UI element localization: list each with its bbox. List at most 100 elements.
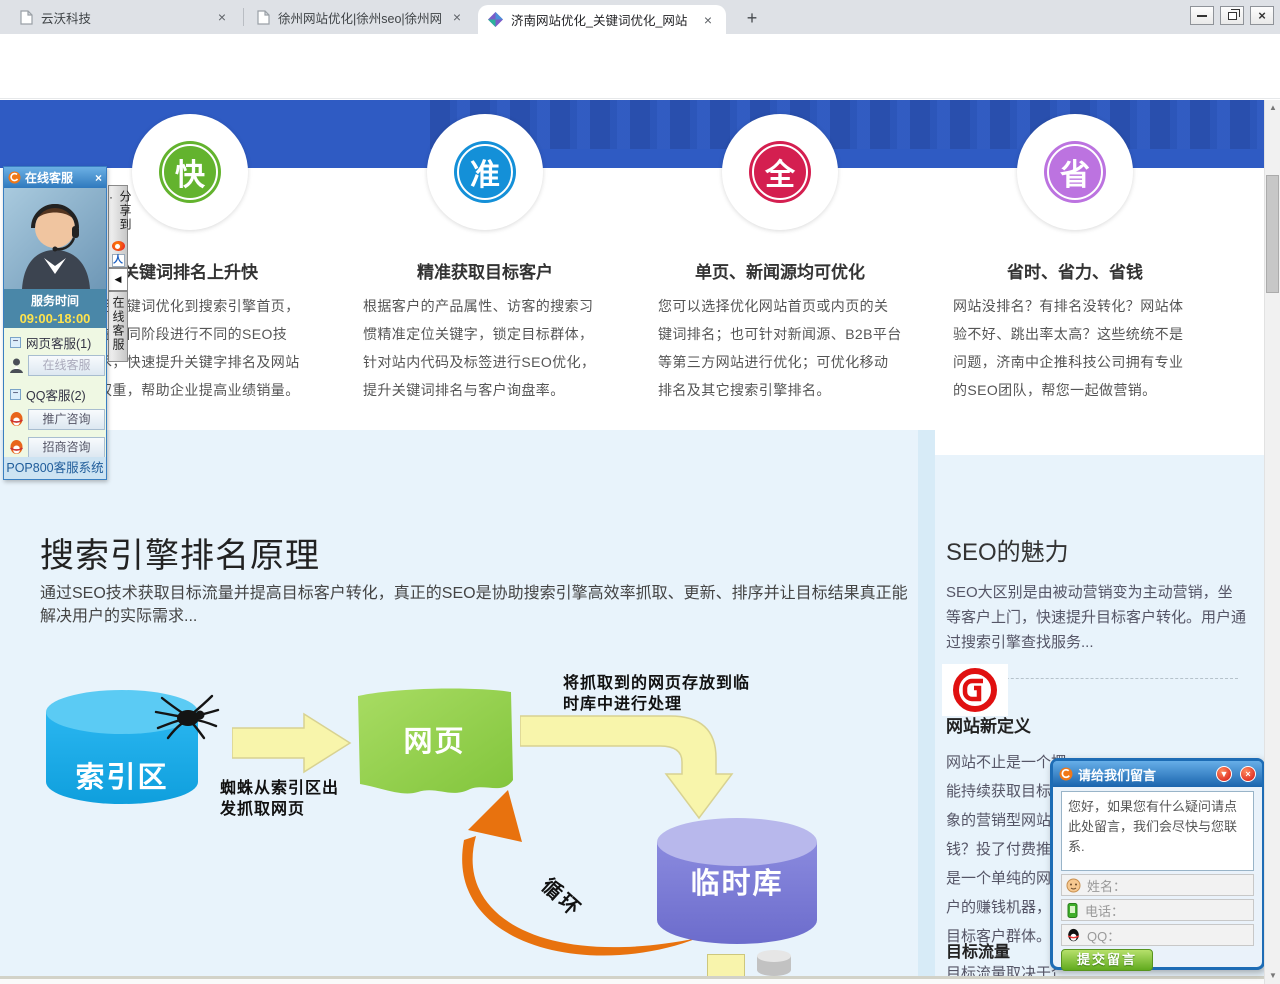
feature-circle-full: 全 bbox=[722, 114, 838, 230]
qq-field[interactable]: QQ： bbox=[1061, 924, 1254, 946]
tab-strip: 云沃科技 × 徐州网站优化|徐州seo|徐州网站 × 济南网站优化_关键词优化_… bbox=[0, 0, 1280, 34]
name-field[interactable]: 姓名： bbox=[1061, 874, 1254, 896]
tab-close-icon[interactable]: × bbox=[449, 9, 465, 25]
new-tab-button[interactable]: + bbox=[740, 7, 764, 29]
full-badge-icon: 全 bbox=[749, 141, 811, 203]
online-service-tab-label: 在线客服 bbox=[111, 296, 125, 352]
phone-field[interactable]: 电话： bbox=[1061, 899, 1254, 921]
qq-field-label: QQ： bbox=[1087, 926, 1120, 945]
window-close-button[interactable]: × bbox=[1250, 6, 1274, 25]
window-restore-button[interactable] bbox=[1220, 6, 1244, 25]
submit-message-button[interactable]: 提交留言 bbox=[1061, 949, 1153, 971]
service-hours-label: 服务时间 bbox=[4, 289, 106, 309]
section-gap-strip bbox=[918, 430, 935, 977]
phone-icon bbox=[1066, 903, 1079, 918]
badge-char: 全 bbox=[765, 150, 795, 194]
tab-separator bbox=[243, 8, 244, 26]
window-minimize-button[interactable] bbox=[1190, 6, 1214, 25]
qq-penguin-icon bbox=[1066, 928, 1081, 943]
red-brand-logo bbox=[942, 664, 1008, 716]
face-icon bbox=[1066, 878, 1081, 893]
sidebar-redefine-title: 网站新定义 bbox=[946, 712, 1031, 737]
red-logo-icon bbox=[948, 666, 1002, 714]
precise-badge-icon: 准 bbox=[454, 141, 516, 203]
browser-window: 云沃科技 × 徐州网站优化|徐州seo|徐州网站 × 济南网站优化_关键词优化_… bbox=[0, 0, 1280, 984]
tab-close-icon[interactable]: × bbox=[214, 9, 230, 25]
page-icon bbox=[20, 10, 33, 25]
tab-title: 徐州网站优化|徐州seo|徐州网站 bbox=[278, 8, 441, 27]
tab-title: 济南网站优化_关键词优化_网站 bbox=[511, 10, 692, 29]
restore-icon bbox=[1228, 12, 1237, 20]
agent-person-icon bbox=[8, 357, 25, 374]
page-scrollbar[interactable]: ▲ ▼ bbox=[1264, 100, 1280, 984]
feature-description: 将关键词优化到搜索引擎首页，在不同阶段进行不同的SEO技术，快速提升关键字排名及… bbox=[98, 292, 353, 404]
feature-circle-precise: 准 bbox=[427, 114, 543, 230]
qq-service-group[interactable]: − QQ客服(2) bbox=[10, 387, 86, 402]
renren-icon[interactable]: 人 bbox=[112, 254, 125, 267]
temp-cylinder-label: 临时库 bbox=[667, 860, 807, 902]
navigation-bar: ← → ↻ ⌂ i 不安全 www.zhongqitui.com/a/seo/i… bbox=[0, 34, 1280, 68]
scroll-down-arrow[interactable]: ▼ bbox=[1265, 968, 1280, 984]
tab-title: 云沃科技 bbox=[41, 8, 206, 27]
online-service-button[interactable]: 在线客服 bbox=[28, 355, 105, 376]
webpage-label: 网页 bbox=[382, 718, 487, 760]
badge-char: 快 bbox=[175, 150, 205, 194]
online-service-tab[interactable]: 在线客服 bbox=[108, 291, 128, 362]
agent-photo bbox=[4, 188, 106, 289]
scroll-up-arrow[interactable]: ▲ bbox=[1265, 100, 1280, 116]
collapse-icon[interactable]: − bbox=[10, 337, 21, 348]
phone-field-label: 电话： bbox=[1085, 901, 1124, 920]
feature-description: 您可以选择优化网站首页或内页的关键词排名；也可针对新闻源、B2B平台等第三方网站… bbox=[658, 292, 913, 404]
name-field-label: 姓名： bbox=[1087, 876, 1126, 895]
popup-minimize-button[interactable]: ▼ bbox=[1216, 766, 1232, 782]
feature-title: 单页、新闻源均可优化 bbox=[640, 258, 920, 283]
feature-circle-save: 省 bbox=[1017, 114, 1133, 230]
service-hours-value: 09:00-18:00 bbox=[4, 309, 106, 326]
message-textarea[interactable]: 您好，如果您有什么疑问请点此处留言，我们会尽快与您联系. bbox=[1061, 791, 1254, 871]
save-badge-icon: 省 bbox=[1044, 141, 1106, 203]
fast-badge-icon: 快 bbox=[159, 141, 221, 203]
tab-close-icon[interactable]: × bbox=[700, 12, 716, 28]
spider-note: 蜘蛛从索引区出发抓取网页 bbox=[220, 778, 339, 820]
qq-icon bbox=[8, 439, 25, 456]
service-panel-close-icon[interactable]: × bbox=[95, 171, 102, 185]
next-section-edge bbox=[0, 979, 1280, 984]
section-intro: 通过SEO技术获取目标流量并提高目标客户转化，真正的SEO是协助搜索引擎高效率抓… bbox=[40, 582, 916, 628]
section-title: 搜索引擎排名原理 bbox=[40, 528, 320, 577]
index-cylinder-label: 索引区 bbox=[52, 754, 192, 796]
small-gray-cylinder bbox=[755, 948, 793, 978]
feature-circle-fast: 快 bbox=[132, 114, 248, 230]
promotion-consult-button[interactable]: 推广咨询 bbox=[28, 409, 105, 430]
online-service-panel: 在线客服 × 服务时间 09:00-18:00 − 网页客服(1) bbox=[3, 166, 107, 480]
web-service-group[interactable]: − 网页客服(1) bbox=[10, 335, 91, 350]
scrollbar-thumb[interactable] bbox=[1266, 175, 1279, 293]
collapse-arrow-button[interactable]: ◀ bbox=[108, 268, 128, 291]
service-panel-title: 在线客服 bbox=[25, 169, 91, 186]
page-icon bbox=[257, 10, 270, 25]
feature-description: 根据客户的产品属性、访客的搜索习惯精准定位关键字，锁定目标群体，针对站内代码及标… bbox=[363, 292, 618, 404]
close-icon: × bbox=[1258, 9, 1266, 22]
service-logo-icon bbox=[8, 171, 21, 184]
weibo-icon[interactable] bbox=[112, 241, 125, 251]
tab-yunwo[interactable]: 云沃科技 × bbox=[10, 0, 240, 34]
badge-char: 准 bbox=[470, 150, 500, 194]
store-note: 将抓取到的网页存放到临时库中进行处理 bbox=[563, 673, 750, 715]
badge-char: 省 bbox=[1060, 150, 1090, 194]
qq-icon bbox=[8, 411, 25, 428]
business-consult-button[interactable]: 招商咨询 bbox=[28, 437, 105, 458]
popup-titlebar[interactable]: 请给我们留言 ▼ × bbox=[1053, 761, 1262, 787]
small-yellow-box bbox=[707, 954, 745, 977]
feature-title: 省时、省力、省钱 bbox=[935, 258, 1215, 283]
tab-jinan-active[interactable]: 济南网站优化_关键词优化_网站 × bbox=[478, 5, 726, 34]
web-service-group-label: 网页客服(1) bbox=[26, 333, 91, 352]
sidebar-charm-text: SEO大区别是由被动营销变为主动营销，坐等客户上门，快速提升目标客户转化。用户通… bbox=[946, 580, 1246, 655]
collapse-icon[interactable]: − bbox=[10, 389, 21, 400]
qq-service-group-label: QQ客服(2) bbox=[26, 385, 86, 404]
popup-title: 请给我们留言 bbox=[1078, 765, 1208, 784]
feature-title: 精准获取目标客户 bbox=[345, 258, 625, 283]
popup-logo-icon bbox=[1059, 767, 1073, 781]
tab-xuzhou[interactable]: 徐州网站优化|徐州seo|徐州网站 × bbox=[247, 0, 475, 34]
share-to-tab[interactable]: 分享到· 人 bbox=[108, 185, 128, 268]
popup-close-button[interactable]: × bbox=[1240, 766, 1256, 782]
sidebar-charm-title: SEO的魅力 bbox=[946, 532, 1069, 567]
